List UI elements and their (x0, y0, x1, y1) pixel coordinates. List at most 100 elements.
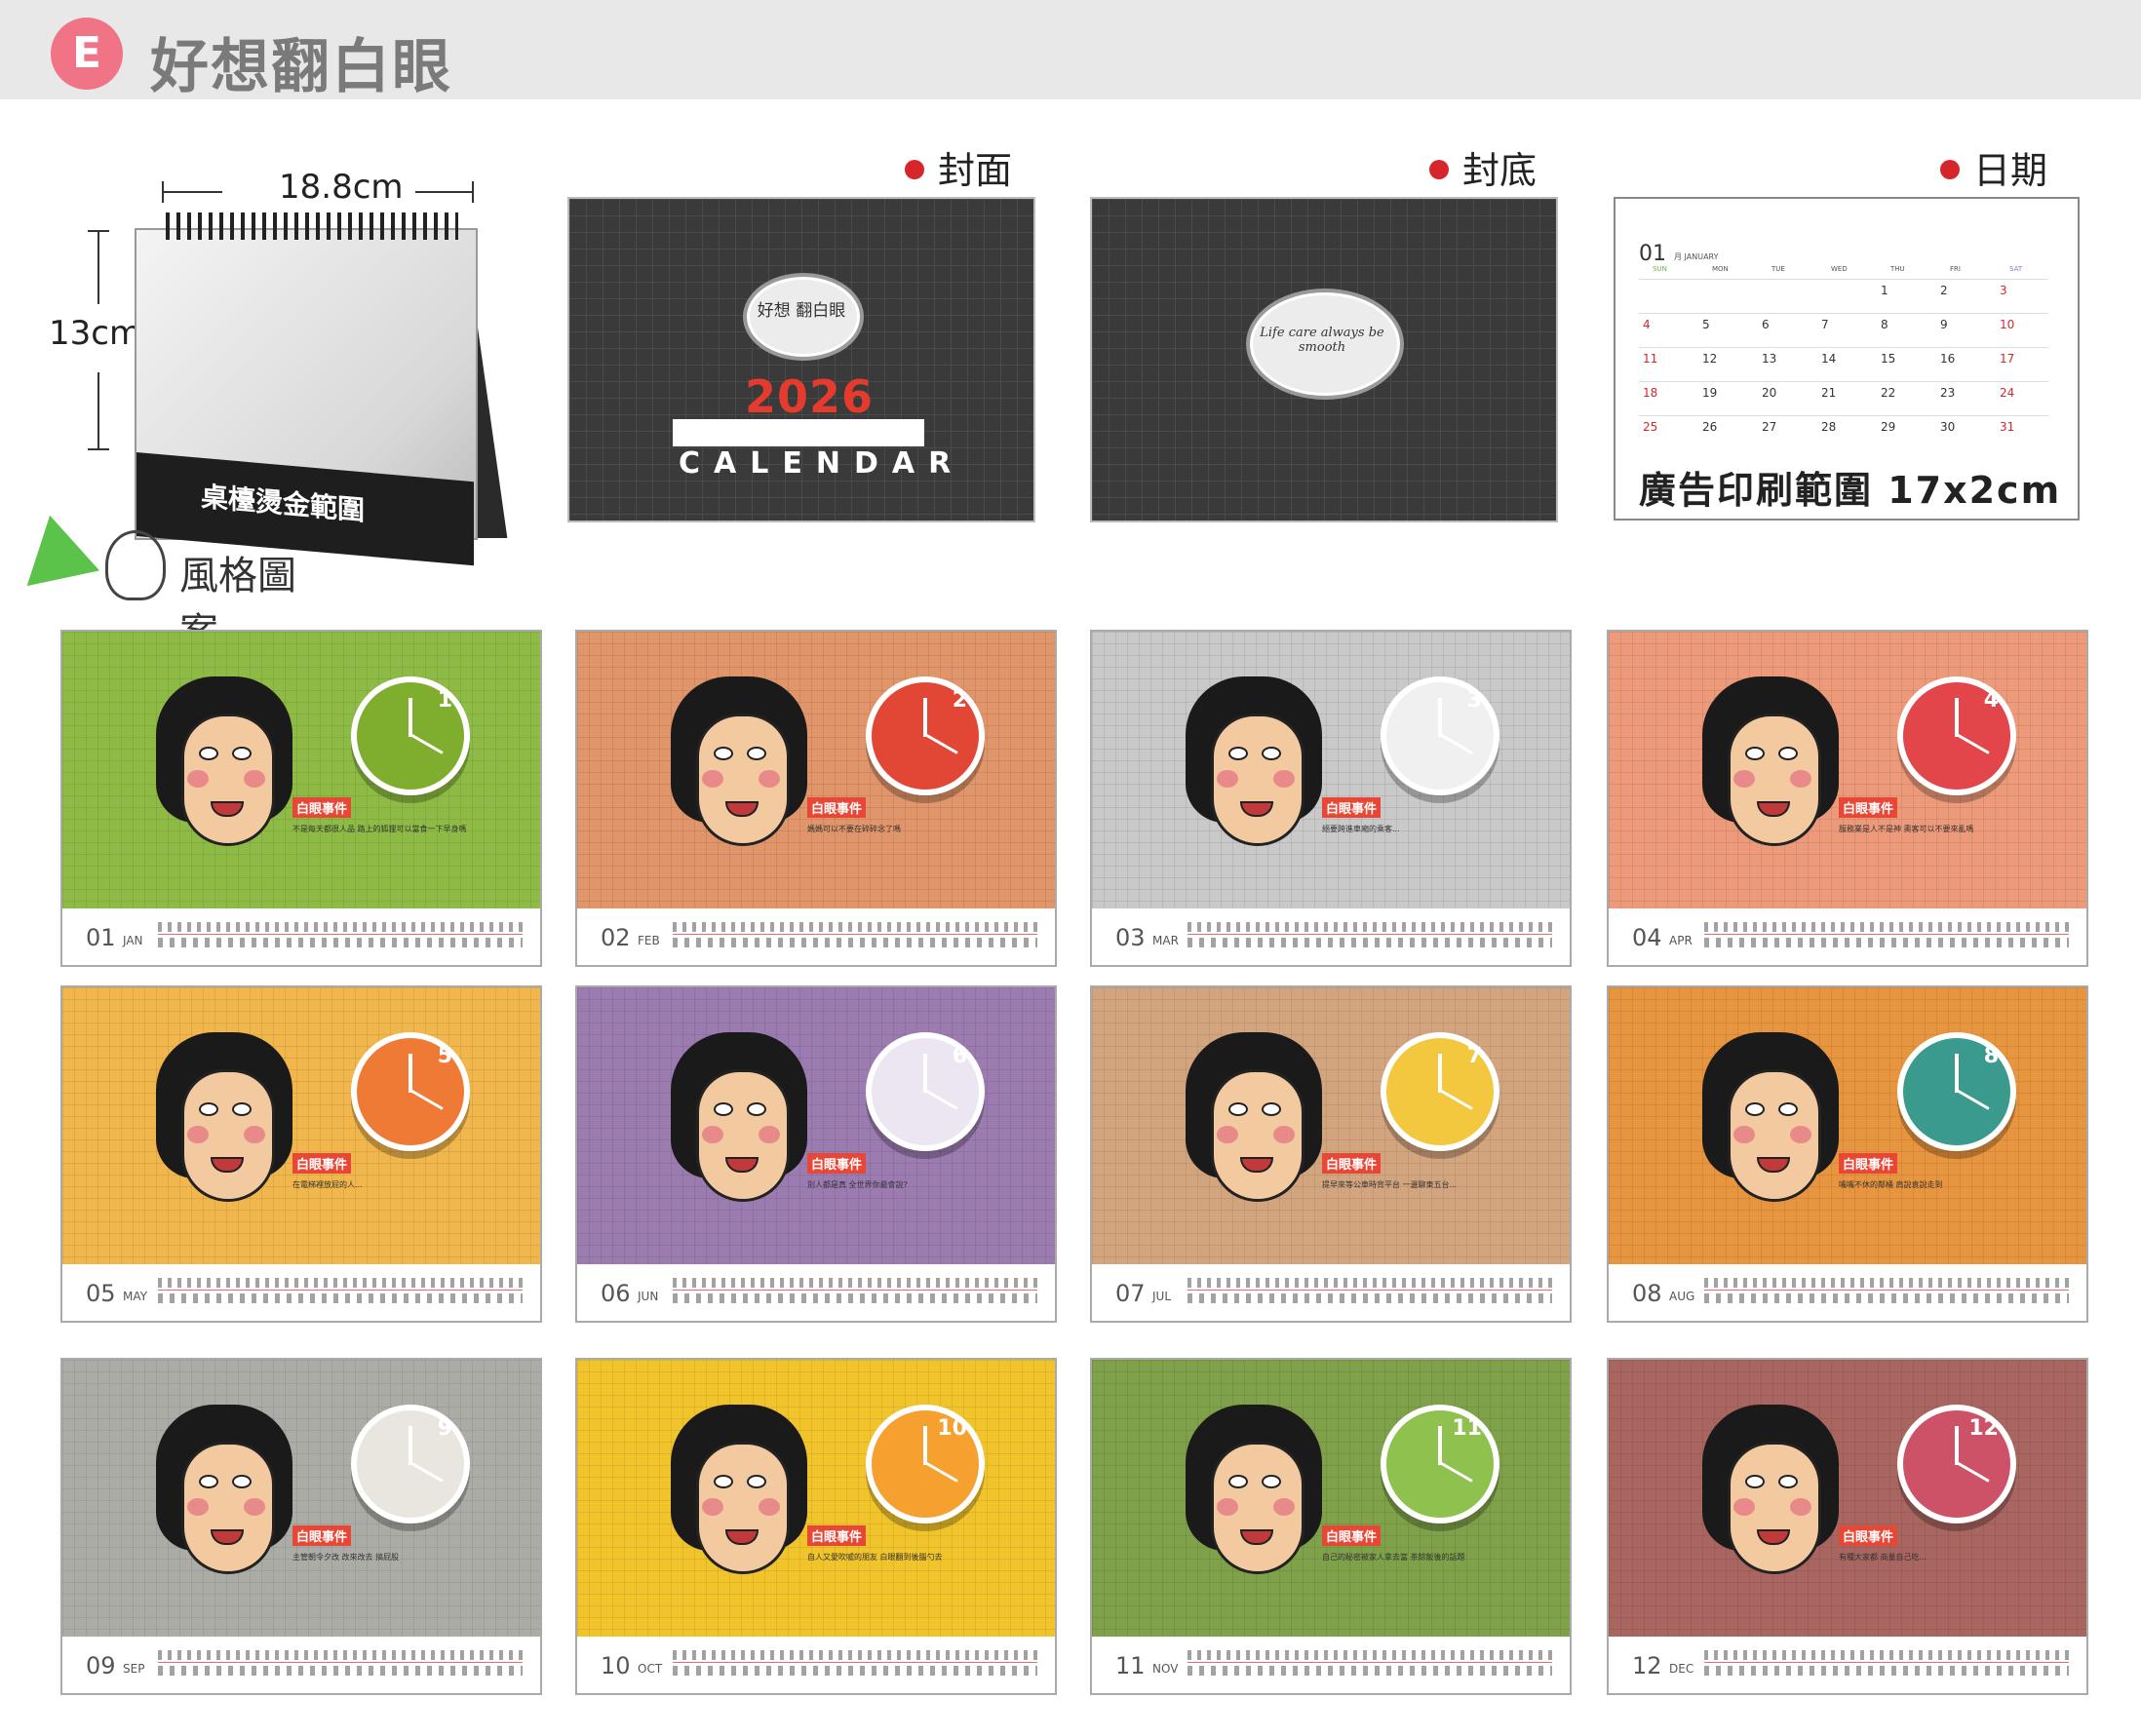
cheek-right (759, 770, 780, 788)
month-number: 06 (601, 1280, 631, 1307)
eye-left (1228, 747, 1248, 760)
cheek-left (187, 1126, 209, 1143)
month-card-apr: 4 白眼事件 服務業是人不是神 奧客可以不要來亂嗎 04 APR (1607, 630, 2088, 967)
fruit-clock-icon: 8 (1897, 1032, 2016, 1151)
clock-minute-hand (1956, 733, 1990, 754)
cheek-left (1217, 1498, 1238, 1516)
event-tag: 白眼事件 (1322, 797, 1382, 818)
date-cell: 26 (1702, 420, 1718, 434)
clock-number: 5 (437, 1044, 452, 1068)
date-cell: 1 (1881, 284, 1888, 297)
month-footer: 03 MAR (1092, 908, 1570, 965)
cheek-right (1273, 1126, 1295, 1143)
fruit-clock-icon: 12 (1897, 1405, 2016, 1524)
month-footer: 04 APR (1609, 908, 2086, 965)
clock-number: 11 (1452, 1416, 1482, 1441)
month-artwork: 2 白眼事件 媽媽可以不要在碎碎念了嗎 (577, 632, 1055, 908)
eye-left (714, 1475, 733, 1488)
month-footer: 02 FEB (577, 908, 1055, 965)
day-number-strip (673, 1666, 1037, 1676)
clock-hour-hand (1955, 1054, 1959, 1093)
strip-divider (158, 1290, 523, 1291)
fruit-clock-icon: 5 (351, 1032, 470, 1151)
date-heading: 日期 (1940, 140, 2047, 194)
date-cell: 9 (1940, 318, 1948, 331)
month-artwork: 10 白眼事件 自人又愛吹噓的朋友 白眼翻到後腦勺去 (577, 1360, 1055, 1637)
weekday-label: THU (1890, 265, 1905, 273)
weekday-strip (1187, 922, 1552, 932)
clock-minute-hand (1956, 1089, 1990, 1110)
grid-texture (1092, 987, 1570, 1264)
date-strip (1187, 1278, 1552, 1305)
cover-bubble-text: 好想 翻白眼 (757, 301, 846, 321)
date-strip (673, 1650, 1037, 1678)
month-footer: 11 NOV (1092, 1637, 1570, 1693)
eye-roll-face (1702, 676, 1839, 862)
weekday-label: MON (1712, 265, 1729, 273)
strip-divider (1187, 1290, 1552, 1291)
cheek-right (244, 770, 265, 788)
grid-texture (1092, 632, 1570, 908)
eye-right (747, 1475, 766, 1488)
month-abbr: JAN (123, 934, 143, 947)
fruit-clock-icon: 11 (1381, 1405, 1499, 1524)
event-text: 媽媽可以不要在碎碎念了嗎 (807, 825, 901, 833)
month-abbr: JUL (1152, 1290, 1172, 1303)
month-card-oct: 10 白眼事件 自人又愛吹噓的朋友 白眼翻到後腦勺去 10 OCT (575, 1358, 1057, 1695)
cheek-right (1790, 770, 1811, 788)
cheek-right (244, 1498, 265, 1516)
day-number-strip (1187, 1293, 1552, 1303)
clock-minute-hand (1439, 1461, 1473, 1483)
clock-minute-hand (924, 1089, 958, 1110)
clock-hour-hand (923, 698, 927, 737)
width-dimension: 18.8cm (162, 168, 474, 207)
month-abbr: OCT (638, 1662, 663, 1676)
eye-roll-face (1702, 1405, 1839, 1590)
weekday-label: SAT (2009, 265, 2023, 273)
grid-texture (577, 987, 1055, 1264)
weekday-strip (1704, 1650, 2069, 1660)
clock-number: 2 (952, 688, 967, 713)
cover-heading: 封面 (905, 140, 1012, 194)
eye-right (1262, 1475, 1281, 1488)
strip-divider (158, 934, 523, 935)
date-strip (1704, 1278, 2069, 1305)
month-number: 04 (1632, 924, 1662, 951)
strip-divider (673, 1290, 1037, 1291)
month-footer: 09 SEP (62, 1637, 540, 1693)
event-tag: 白眼事件 (292, 1525, 352, 1546)
month-card-sep: 9 白眼事件 主管朝令夕改 改來改去 搞屁股 09 SEP (60, 1358, 542, 1695)
date-cell: 24 (2000, 386, 2015, 400)
day-number-strip (1704, 938, 2069, 947)
date-strip (673, 1278, 1037, 1305)
red-dot-icon (1940, 159, 1960, 179)
month-number: 02 (601, 924, 631, 951)
grid-texture (62, 1360, 540, 1637)
weekday-strip (1187, 1650, 1552, 1660)
grid-texture (1609, 632, 2086, 908)
eye-roll-face (156, 1405, 292, 1590)
month-abbr: MAY (123, 1290, 147, 1303)
date-cell: 6 (1762, 318, 1770, 331)
fruit-clock-icon: 3 (1381, 676, 1499, 795)
cheek-left (1217, 1126, 1238, 1143)
fruit-clock-icon: 7 (1381, 1032, 1499, 1151)
date-row: 18 19 20 21 22 23 24 (1639, 381, 2048, 415)
fruit-clock-icon: 6 (866, 1032, 985, 1151)
event-text: 自己的秘密被家人拿去當 茶餘飯後的話題 (1322, 1553, 1465, 1562)
date-cell: 13 (1762, 352, 1777, 366)
weekday-label: FRI (1950, 265, 1961, 273)
date-cell: 31 (2000, 420, 2015, 434)
month-footer: 05 MAY (62, 1264, 540, 1321)
weekday-strip (673, 1650, 1037, 1660)
eye-roll-face (671, 1405, 807, 1590)
date-cell: 25 (1643, 420, 1658, 434)
eye-roll-face (1186, 1405, 1322, 1590)
back-bubble-text: Life care always be smooth (1260, 326, 1384, 355)
date-cell: 16 (1940, 352, 1956, 366)
date-cell: 2 (1940, 284, 1948, 297)
height-line-bottom (97, 372, 99, 450)
month-footer: 06 JUN (577, 1264, 1055, 1321)
fruit-clock-icon: 9 (351, 1405, 470, 1524)
event-text: 別人都是真 全世界你最會說? (807, 1180, 908, 1189)
